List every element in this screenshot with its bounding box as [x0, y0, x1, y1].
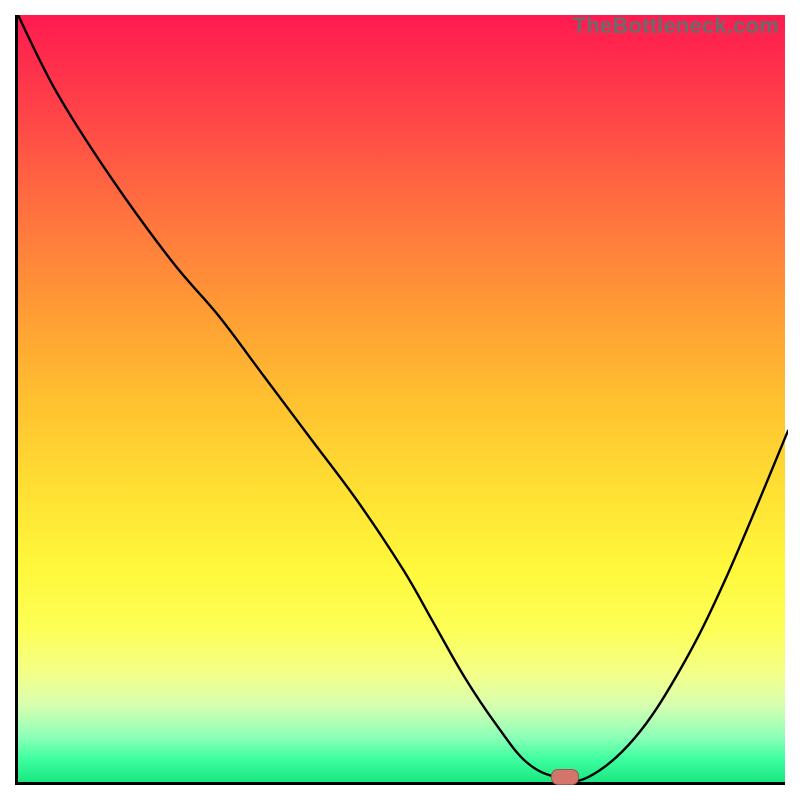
- chart-container: TheBottleneck.com: [0, 0, 800, 800]
- plot-area: TheBottleneck.com: [15, 15, 785, 785]
- bottleneck-curve: [18, 15, 788, 785]
- watermark-text: TheBottleneck.com: [573, 13, 779, 39]
- optimal-marker: [551, 769, 579, 785]
